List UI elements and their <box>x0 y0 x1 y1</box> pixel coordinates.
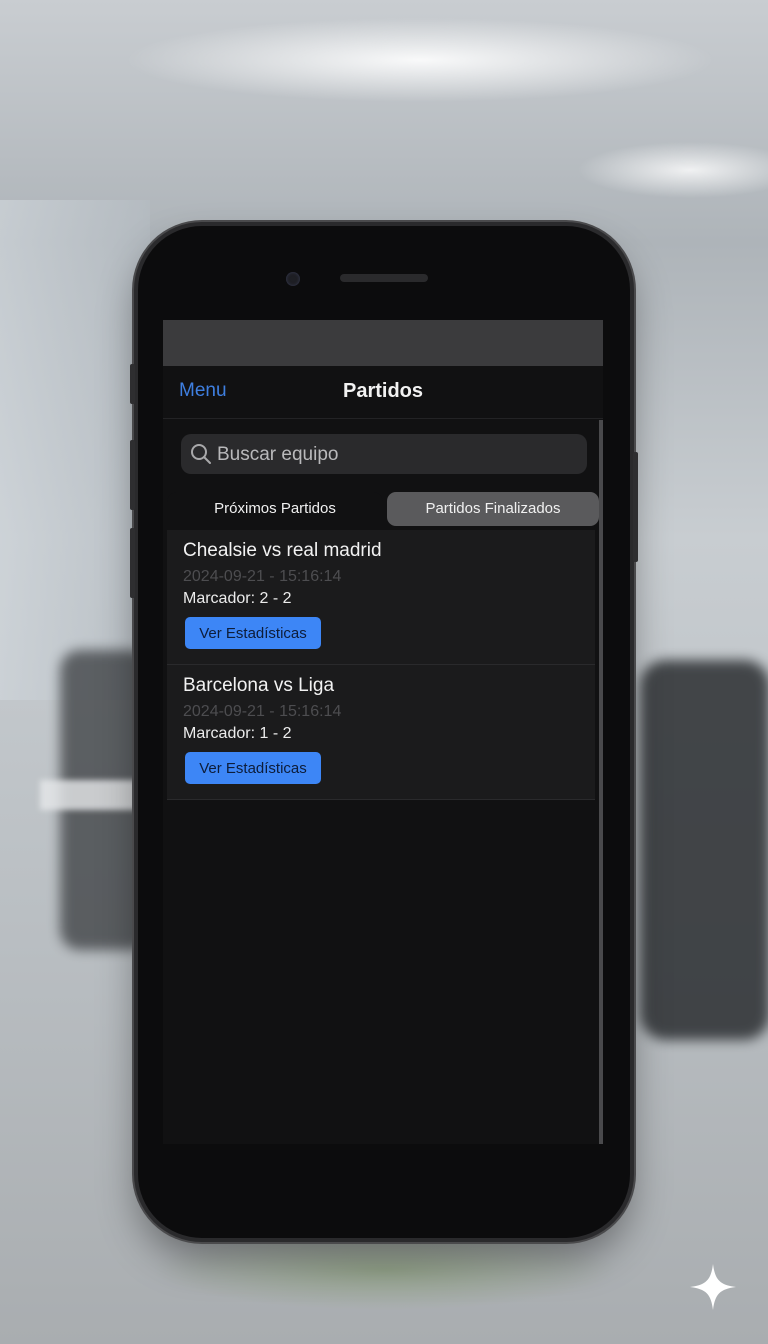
view-stats-button[interactable]: Ver Estadísticas <box>185 752 321 784</box>
background-chair-right <box>640 660 768 1040</box>
search-icon <box>191 444 211 464</box>
match-score: Marcador: 1 - 2 <box>183 725 292 742</box>
scrollbar[interactable] <box>599 420 603 1144</box>
match-datetime: 2024-09-21 - 15:16:14 <box>183 703 342 720</box>
tab-finished-matches[interactable]: Partidos Finalizados <box>387 492 599 526</box>
match-datetime: 2024-09-21 - 15:16:14 <box>183 568 342 585</box>
earpiece-speaker <box>340 274 428 282</box>
match-tabs: Próximos Partidos Partidos Finalizados <box>167 492 599 526</box>
app-screen: Partidos Menu Próximos Partidos Partidos… <box>163 320 603 1144</box>
sparkle-icon <box>690 1264 736 1310</box>
menu-button[interactable]: Menu <box>179 380 227 402</box>
background-window <box>0 200 150 700</box>
match-title: Barcelona vs Liga <box>183 675 335 696</box>
status-bar <box>163 320 603 366</box>
match-card: Chealsie vs real madrid 2024-09-21 - 15:… <box>167 530 595 665</box>
search-input[interactable] <box>215 434 579 476</box>
match-title: Chealsie vs real madrid <box>183 540 382 561</box>
match-list: Chealsie vs real madrid 2024-09-21 - 15:… <box>167 530 595 800</box>
phone-device: Partidos Menu Próximos Partidos Partidos… <box>130 226 638 1238</box>
power-button <box>633 452 638 562</box>
phone-shadow <box>150 1230 620 1310</box>
navigation-bar: Partidos Menu <box>163 366 603 419</box>
front-camera <box>286 272 300 286</box>
page-title: Partidos <box>342 380 424 402</box>
view-stats-button[interactable]: Ver Estadísticas <box>185 617 321 649</box>
match-card: Barcelona vs Liga 2024-09-21 - 15:16:14 … <box>167 665 595 800</box>
mute-switch <box>130 364 135 404</box>
tab-upcoming-matches[interactable]: Próximos Partidos <box>167 492 383 526</box>
match-score: Marcador: 2 - 2 <box>183 590 292 607</box>
volume-down-button <box>130 528 135 598</box>
search-bar[interactable] <box>181 434 587 476</box>
volume-up-button <box>130 440 135 510</box>
